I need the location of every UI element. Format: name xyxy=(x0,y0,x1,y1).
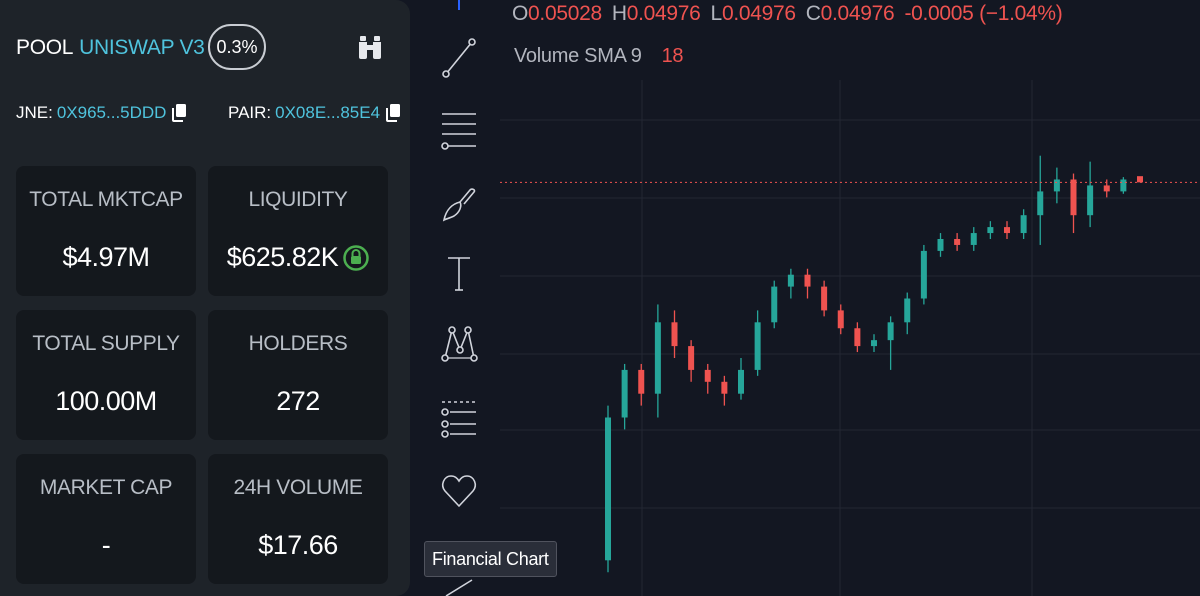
candle-body xyxy=(1103,185,1110,192)
low-value: 0.04976 xyxy=(721,2,796,25)
candle-body xyxy=(937,239,944,251)
binoculars-icon[interactable] xyxy=(356,33,384,61)
candle-body xyxy=(621,369,628,418)
candle-body xyxy=(1037,191,1044,216)
stat-label: TOTAL MKTCAP xyxy=(29,188,183,211)
open-key: O xyxy=(512,2,529,25)
candle-body xyxy=(721,381,728,394)
pair-label: PAIR: xyxy=(228,103,272,122)
stat-card-total-supply: TOTAL SUPPLY 100.00M xyxy=(16,310,196,440)
token-address[interactable]: 0X965...5DDD xyxy=(57,103,167,123)
stat-value: - xyxy=(101,530,111,560)
stat-card-24h-volume: 24H VOLUME $17.66 xyxy=(208,454,388,584)
stat-value: $17.66 xyxy=(258,530,338,560)
stat-value: 272 xyxy=(276,386,320,416)
candle-body xyxy=(1120,179,1127,192)
change-value: -0.0005 (−1.04%) xyxy=(904,2,1063,25)
copy-icon[interactable] xyxy=(386,104,401,122)
pool-header: POOL UNISWAP V3 xyxy=(16,28,205,68)
candle-body xyxy=(954,239,961,245)
candle-body xyxy=(738,369,744,394)
candle-body xyxy=(704,369,711,382)
trend-line-icon[interactable] xyxy=(440,38,478,78)
close-value: 0.04976 xyxy=(820,2,895,25)
volume-sma-label: Volume SMA 9 xyxy=(514,45,642,67)
token-address-row: JNE: 0X965...5DDD xyxy=(16,100,187,126)
stat-label: MARKET CAP xyxy=(39,476,173,499)
ruler-icon[interactable] xyxy=(440,576,478,596)
pool-info-panel: POOL UNISWAP V3 0.3% JNE: 0X965...5DDD P… xyxy=(0,0,410,596)
copy-icon[interactable] xyxy=(172,104,187,122)
lock-icon xyxy=(343,244,370,271)
pool-name[interactable]: UNISWAP V3 xyxy=(79,36,205,60)
candle-body xyxy=(987,227,994,234)
prediction-icon[interactable] xyxy=(440,398,478,438)
candle-body xyxy=(754,322,761,370)
candle-body xyxy=(654,322,661,394)
candle-body xyxy=(1087,185,1094,216)
candle-body xyxy=(1004,227,1010,234)
pool-label: POOL xyxy=(16,36,74,59)
pattern-icon[interactable] xyxy=(440,324,478,364)
candle-body xyxy=(787,274,794,287)
volume-sma-legend: Volume SMA 9 18 xyxy=(514,45,684,68)
candle-body xyxy=(688,346,695,370)
fee-tier-badge: 0.3% xyxy=(208,24,266,70)
high-value: 0.04976 xyxy=(626,2,701,25)
stat-label: HOLDERS xyxy=(248,332,348,355)
pair-address-row: PAIR: 0X08E...85E4 xyxy=(228,100,401,126)
stat-label: TOTAL SUPPLY xyxy=(32,332,180,355)
stat-card-market-cap: MARKET CAP - xyxy=(16,454,196,584)
candle-body xyxy=(804,274,811,287)
brush-icon[interactable] xyxy=(440,184,478,224)
toolbar-top-marker xyxy=(458,0,460,10)
candle-body xyxy=(1053,179,1060,192)
open-value: 0.05028 xyxy=(528,2,602,25)
candle-body xyxy=(970,233,977,245)
text-icon[interactable] xyxy=(440,254,478,294)
candle-body xyxy=(638,369,645,394)
candle-body xyxy=(821,286,828,311)
candle-body xyxy=(771,286,778,323)
fib-retracement-icon[interactable] xyxy=(440,110,478,150)
candle-body xyxy=(1020,215,1027,234)
stat-value: $625.82K xyxy=(208,242,388,273)
high-key: H xyxy=(611,2,627,25)
candle-body xyxy=(1070,179,1077,216)
volume-sma-value: 18 xyxy=(661,45,684,67)
candle-body xyxy=(854,328,861,347)
token-label: JNE: xyxy=(16,103,53,122)
stat-label: LIQUIDITY xyxy=(248,188,348,211)
favorites-heart-icon[interactable] xyxy=(440,470,478,510)
candle-body xyxy=(837,310,844,329)
candle-body xyxy=(671,322,678,347)
candle-body xyxy=(904,298,911,323)
pair-address[interactable]: 0X08E...85E4 xyxy=(275,103,380,123)
stat-label: 24H VOLUME xyxy=(233,476,363,499)
candle-body xyxy=(887,322,894,341)
candle-body xyxy=(605,417,611,561)
stat-value: 100.00M xyxy=(55,386,157,416)
close-key: C xyxy=(805,2,821,25)
candle-body xyxy=(1137,176,1143,183)
stat-value: $4.97M xyxy=(62,242,150,272)
stat-card-total-mktcap: TOTAL MKTCAP $4.97M xyxy=(16,166,196,296)
candles xyxy=(500,155,1200,573)
candle-body xyxy=(920,250,927,299)
low-key: L xyxy=(710,2,723,25)
ohlc-legend: O 0.05028 H 0.04976 L 0.04976 C 0.04976 -0.0… xyxy=(512,2,1073,26)
candle-body xyxy=(871,340,877,347)
stat-card-liquidity: LIQUIDITY $625.82K xyxy=(208,166,388,296)
stat-card-holders: HOLDERS 272 xyxy=(208,310,388,440)
price-chart[interactable] xyxy=(500,0,1200,596)
